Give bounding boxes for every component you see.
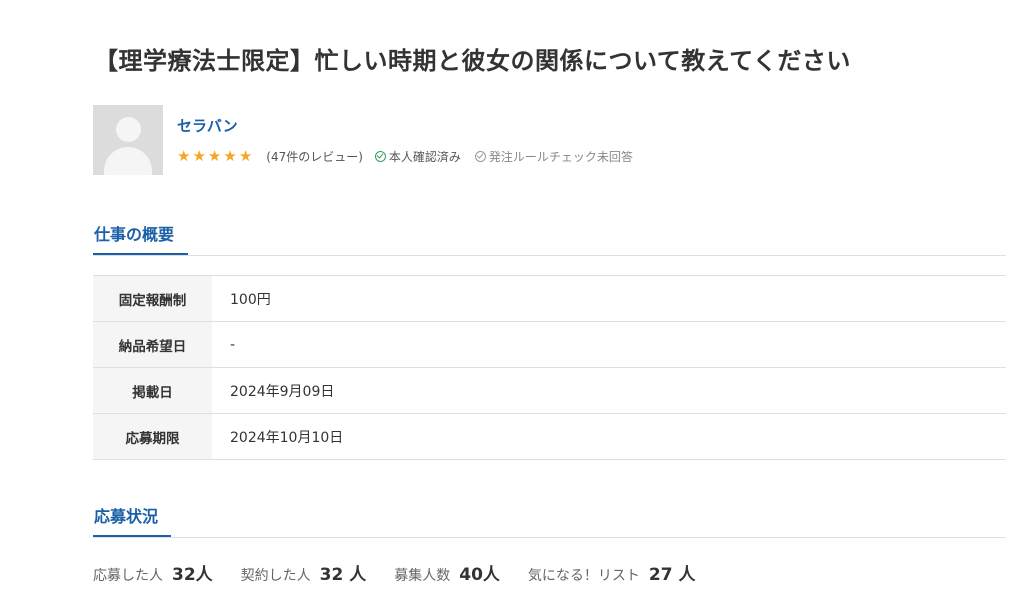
stat-contracted: 契約した人 32 人 xyxy=(241,560,367,585)
stat-recruiting: 募集人数 40人 xyxy=(394,560,500,585)
stat-value: 27 人 xyxy=(648,565,696,585)
row-value: 2024年9月09日 xyxy=(230,383,335,400)
stat-value: 32 人 xyxy=(319,565,367,585)
table-row: 応募期限 2024年10月10日 xyxy=(93,413,1006,460)
star-icon: ★ xyxy=(238,146,253,165)
row-label: 応募期限 xyxy=(93,413,212,460)
avatar-body-shape xyxy=(104,147,152,175)
check-circle-icon xyxy=(374,150,386,162)
overview-table: 固定報酬制 100円 納品希望日 - 掲載日 2024年9月09日 応募期限 2… xyxy=(93,275,1006,460)
row-label: 納品希望日 xyxy=(93,321,212,368)
stat-applicants: 応募した人 32人 xyxy=(93,560,213,585)
application-status-divider xyxy=(93,537,1006,538)
rating-stars: ★ ★ ★ ★ ★ xyxy=(177,146,254,165)
client-meta-row: ★ ★ ★ ★ ★ (47件のレビュー) 本人確認済み 発注ルールチェック未回答 xyxy=(177,146,633,166)
table-row: 掲載日 2024年9月09日 xyxy=(93,367,1006,414)
row-label: 掲載日 xyxy=(93,367,212,414)
row-label: 固定報酬制 xyxy=(93,275,212,322)
rule-check-badge: 発注ルールチェック未回答 xyxy=(474,148,633,165)
job-title: 【理学療法士限定】忙しい時期と彼女の関係について教えてください xyxy=(94,47,851,75)
stat-label: 募集人数 xyxy=(394,568,451,584)
client-name-link[interactable]: セラバン xyxy=(177,115,238,136)
star-icon: ★ xyxy=(177,146,191,165)
row-value: - xyxy=(230,336,236,353)
stat-value: 32人 xyxy=(172,565,213,585)
stat-label: 契約した人 xyxy=(240,568,311,584)
overview-divider xyxy=(93,255,1006,256)
stat-watchlist: 気になる！リスト 27 人 xyxy=(528,560,696,585)
identity-verified-badge: 本人確認済み xyxy=(374,148,461,165)
table-row: 納品希望日 - xyxy=(93,321,1006,368)
application-stats: 応募した人 32人 契約した人 32 人 募集人数 40人 気になる！リスト 2… xyxy=(93,560,724,585)
application-status-heading: 応募状況 xyxy=(94,507,159,526)
check-circle-icon xyxy=(474,150,486,162)
star-icon: ★ xyxy=(207,146,222,165)
rule-check-label: 発注ルールチェック未回答 xyxy=(488,149,633,164)
identity-verified-label: 本人確認済み xyxy=(388,149,461,164)
table-row: 固定報酬制 100円 xyxy=(93,275,1006,322)
client-avatar[interactable] xyxy=(93,105,163,175)
stat-label: 気になる！リスト xyxy=(527,568,640,584)
reviews-link[interactable]: (47件のレビュー) xyxy=(266,148,363,165)
overview-heading: 仕事の概要 xyxy=(94,225,175,244)
stat-value: 40人 xyxy=(459,565,500,585)
row-value: 2024年10月10日 xyxy=(230,429,344,446)
row-value: 100円 xyxy=(230,291,271,308)
avatar-head-shape xyxy=(116,117,141,142)
stat-label: 応募した人 xyxy=(93,568,163,584)
star-icon: ★ xyxy=(223,146,237,165)
star-icon: ★ xyxy=(192,146,206,165)
